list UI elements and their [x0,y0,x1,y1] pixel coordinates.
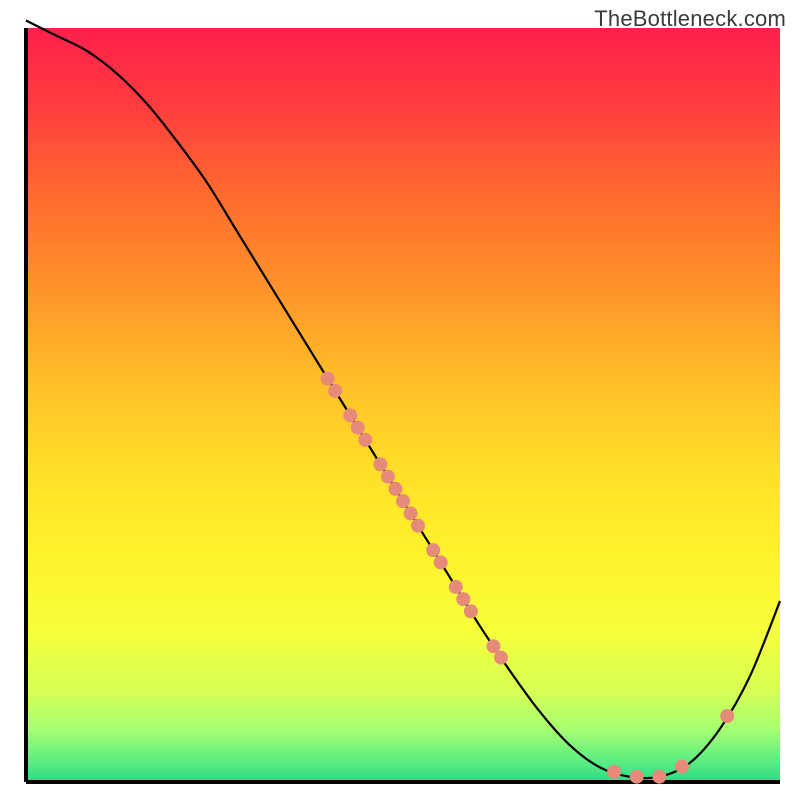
watermark-text: TheBottleneck.com [594,6,786,32]
curve-marker [434,555,448,569]
curve-marker [411,519,425,533]
curve-marker [373,457,387,471]
curve-marker [456,592,470,606]
curve-marker [720,709,734,723]
curve-marker [630,770,644,784]
curve-marker [381,470,395,484]
plot-background [26,28,780,782]
curve-marker [652,770,666,784]
curve-marker [607,765,621,779]
curve-marker [388,482,402,496]
curve-marker [358,433,372,447]
curve-marker [426,543,440,557]
bottleneck-curve-chart [0,0,800,800]
curve-marker [449,580,463,594]
curve-marker [343,408,357,422]
curve-marker [675,760,689,774]
curve-marker [464,604,478,618]
curve-marker [404,506,418,520]
curve-marker [328,384,342,398]
curve-marker [351,421,365,435]
chart-container: TheBottleneck.com [0,0,800,800]
curve-marker [321,372,335,386]
curve-marker [494,651,508,665]
curve-marker [396,494,410,508]
